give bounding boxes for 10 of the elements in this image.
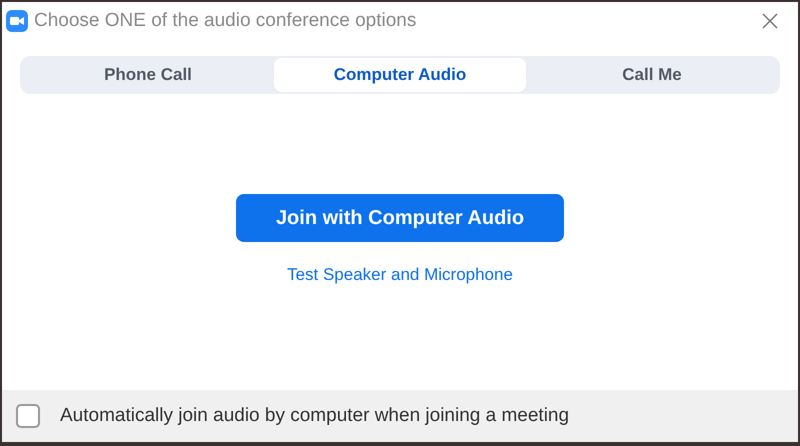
auto-join-label: Automatically join audio by computer when joining a meeting [60,404,570,428]
audio-tab[interactable]: Computer Audio [274,58,526,92]
close-icon[interactable] [762,13,778,29]
auto-join-checkbox[interactable] [16,404,40,428]
window-title: Choose ONE of the audio conference options [34,8,416,33]
audio-tab[interactable]: Call Me [526,58,778,92]
join-button[interactable]: Join with Computer Audio [236,194,564,242]
test-speaker-link[interactable]: Test Speaker and Microphone [287,262,513,288]
audio-tab[interactable]: Phone Call [22,58,274,92]
camera-icon [6,10,28,32]
